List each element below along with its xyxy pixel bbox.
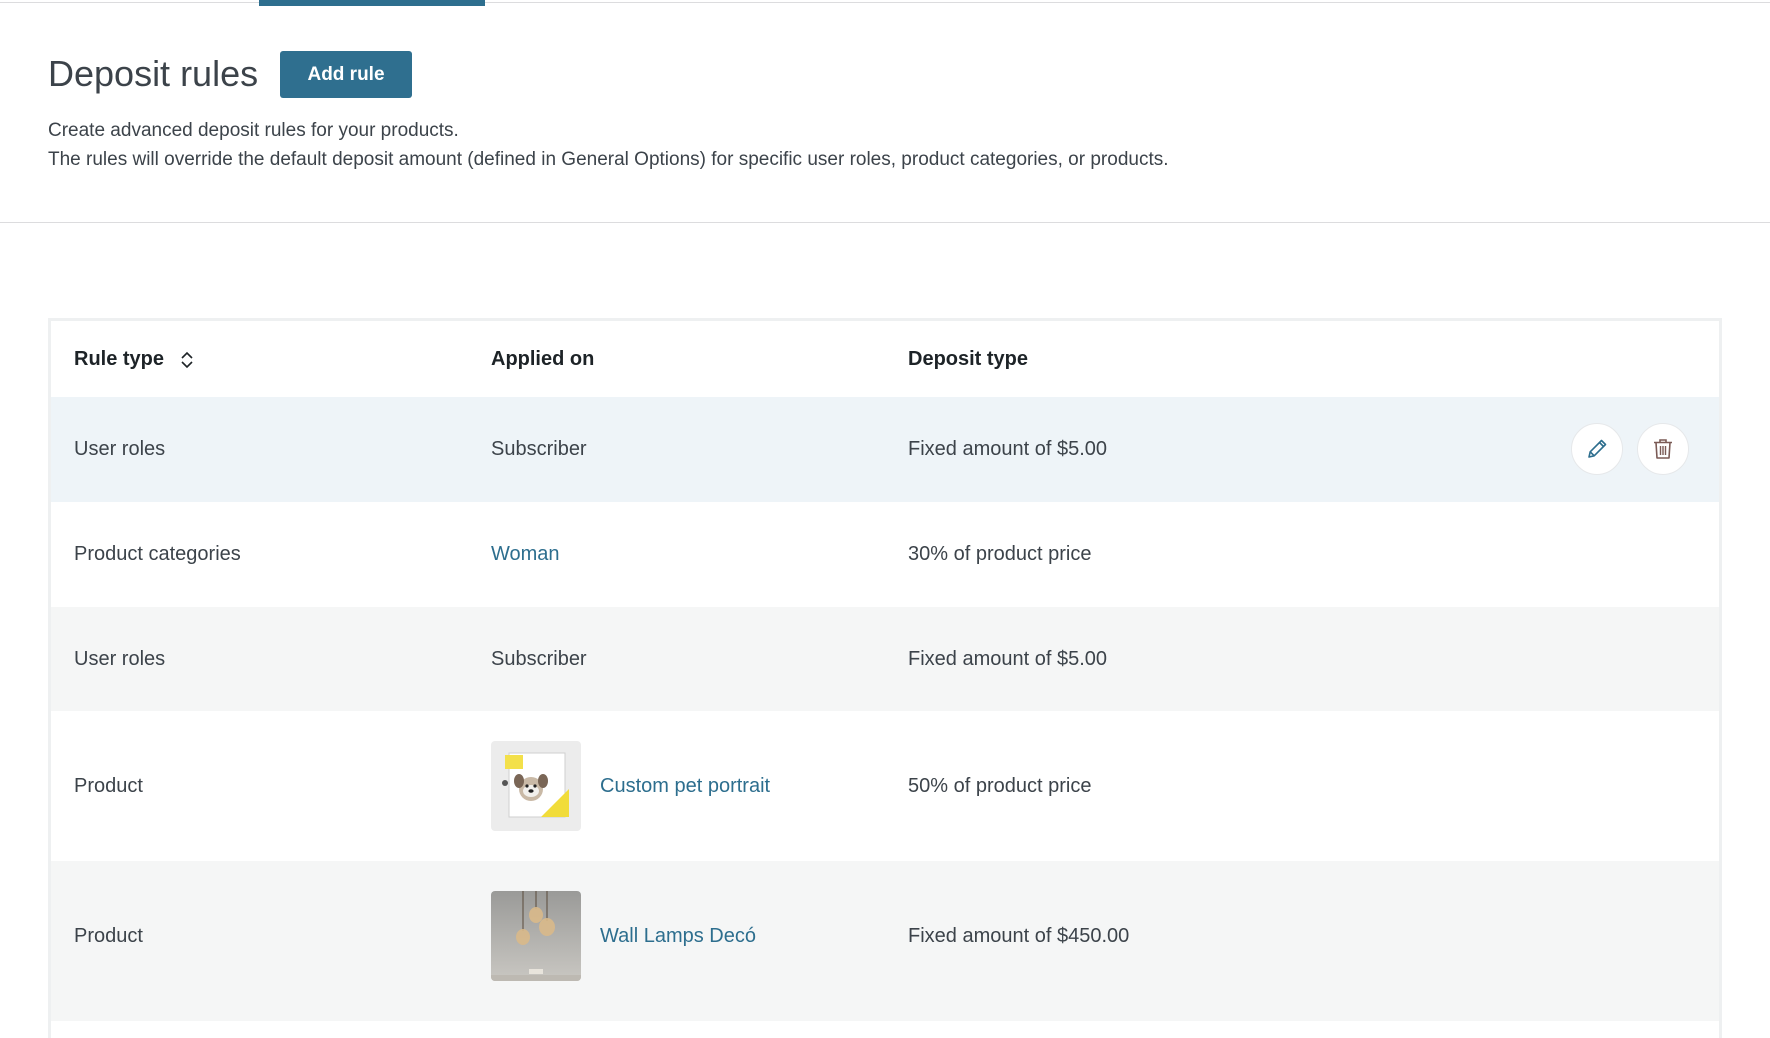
table-row[interactable]: Product Custom pet portrait 50% of produ… [51,711,1719,861]
product-thumbnail-wall-lamps[interactable] [491,891,581,981]
rule-type-cell: User roles [74,438,166,460]
deposit-type-cell: Fixed amount of $450.00 [908,925,1130,947]
table-row[interactable]: Product categories Woman 30% of product … [51,502,1719,607]
add-rule-button[interactable]: Add rule [280,51,412,98]
edit-rule-button[interactable] [1571,423,1623,475]
column-header-deposit-type: Deposit type [908,348,1029,370]
column-header-label: Rule type [74,348,165,370]
table-header: Rule type Applied on Deposit type [51,321,1719,397]
category-link-woman[interactable]: Woman [491,542,560,566]
column-header-rule-type[interactable]: Rule type [74,347,194,371]
page-description-line-2: The rules will override the default depo… [48,149,1169,170]
applied-on-cell: Subscriber [491,648,587,670]
active-tab-indicator [259,0,485,6]
deposit-type-cell: Fixed amount of $5.00 [908,438,1108,460]
table-row[interactable]: User roles Subscriber Fixed amount of $5… [51,607,1719,711]
page-title: Deposit rules [48,53,259,94]
rule-type-cell: Product categories [74,543,241,565]
sort-icon[interactable] [180,351,194,369]
table-row[interactable]: Product Wall Lamps Decó Fixed amount of … [51,861,1719,1021]
page-description-line-1: Create advanced deposit rules for your p… [48,120,459,141]
deposit-rules-table: Rule type Applied on Deposit type User r… [48,318,1722,1038]
deposit-type-cell: Fixed amount of $5.00 [908,648,1108,670]
delete-rule-button[interactable] [1637,423,1689,475]
product-thumbnail-pet-portrait[interactable] [491,741,581,831]
table-row[interactable]: User roles Subscriber Fixed amount of $5… [51,397,1719,502]
rule-type-cell: Product [74,925,143,947]
rule-type-cell: User roles [74,648,166,670]
column-header-applied-on: Applied on [491,348,595,370]
deposit-type-cell: 30% of product price [908,543,1092,565]
product-link-wall-lamps-deco[interactable]: Wall Lamps Decó [600,924,756,948]
applied-on-cell: Subscriber [491,438,587,460]
deposit-type-cell: 50% of product price [908,775,1092,797]
rule-type-cell: Product [74,775,143,797]
pencil-icon [1588,439,1607,458]
page-header [0,0,1770,223]
trash-icon [1654,439,1672,459]
product-link-custom-pet-portrait[interactable]: Custom pet portrait [600,774,770,798]
